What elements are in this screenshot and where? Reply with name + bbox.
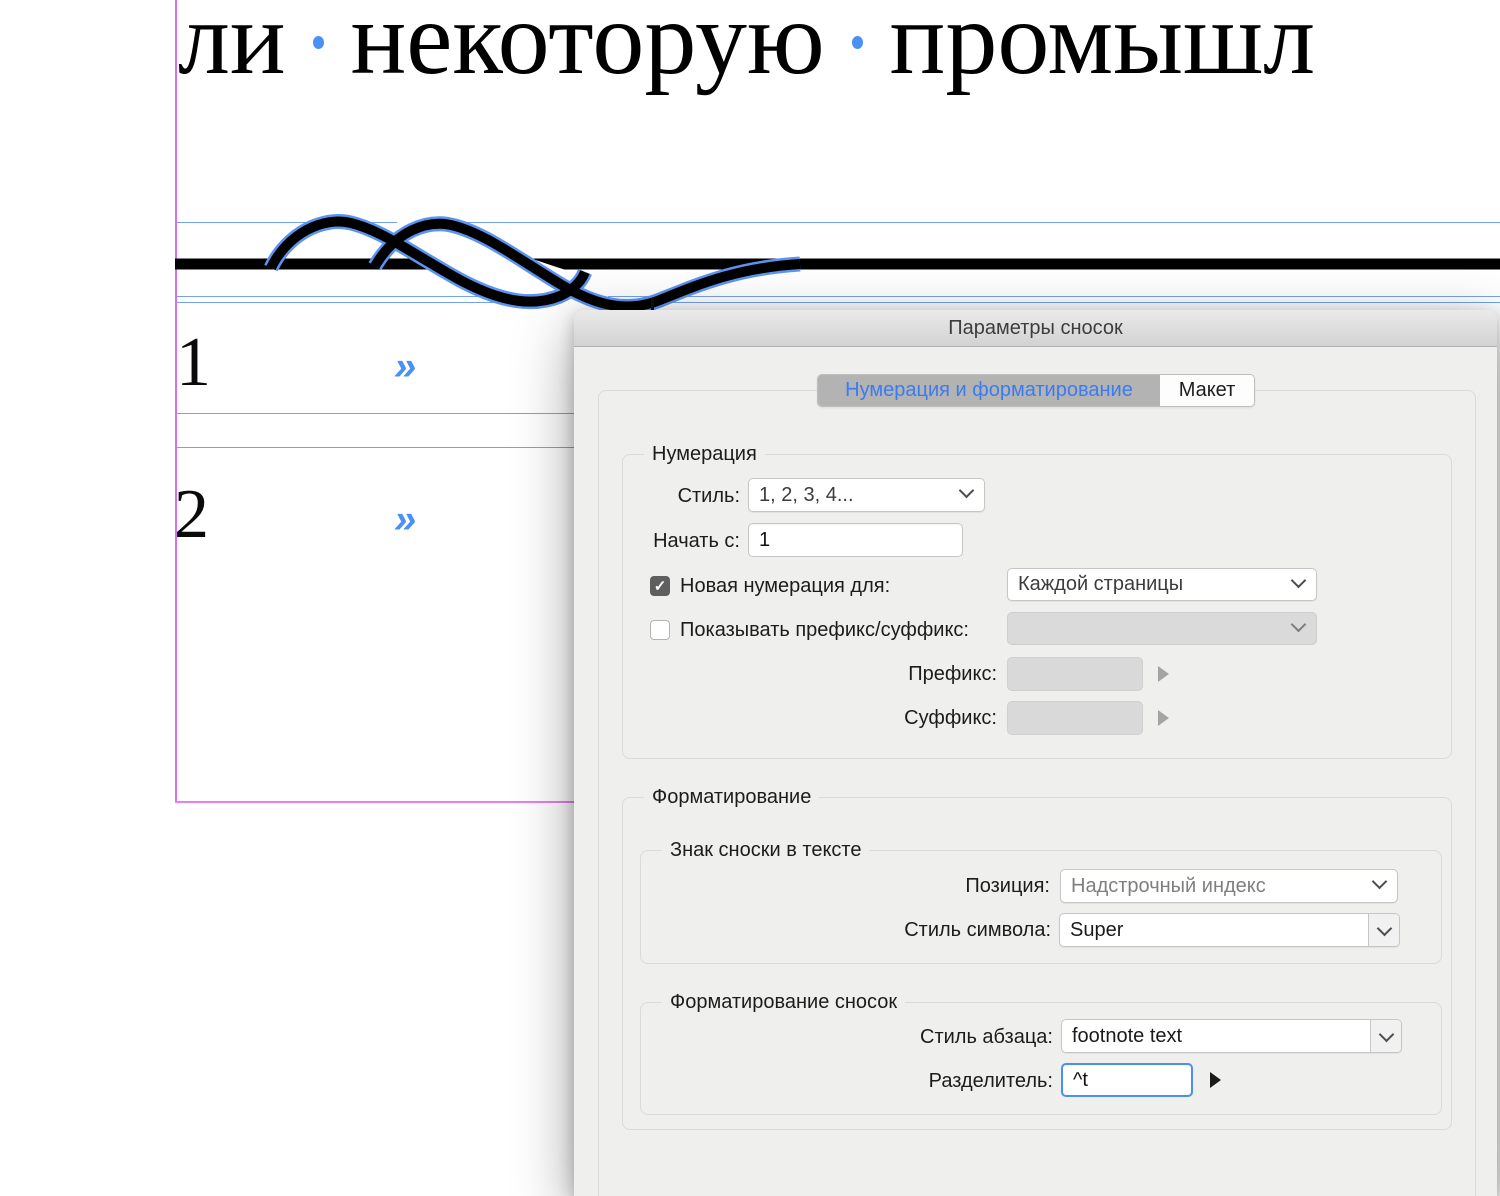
char-style-dropdown-button[interactable] — [1368, 914, 1399, 946]
footnote-number: 2 — [174, 480, 209, 550]
dialog-tab-bar: Нумерация и форматирование Макет — [817, 374, 1255, 407]
headline-word: некоторую — [351, 0, 825, 104]
footnote-formatting-legend: Форматирование сносок — [662, 990, 905, 1014]
start-at-label: Начать с: — [614, 529, 740, 553]
chevron-down-icon — [1379, 925, 1390, 936]
restart-numbering-label: Новая нумерация для: — [680, 574, 1010, 598]
chevron-down-icon — [961, 487, 972, 498]
suffix-input — [1007, 701, 1143, 735]
application-window: ли некоторую промышл 1 » 2 » Параметры с… — [0, 0, 1500, 1196]
text-frame-edge-left — [175, 0, 177, 803]
separator-input[interactable]: ^t — [1061, 1063, 1193, 1097]
ornamental-divider-rule[interactable] — [175, 210, 1500, 315]
footnote-continuation-marker: » — [394, 499, 416, 539]
chevron-down-icon — [1293, 621, 1304, 632]
chevron-down-icon — [1374, 878, 1385, 889]
prefix-suffix-dropdown — [1007, 612, 1317, 645]
char-style-combo[interactable]: Super — [1059, 913, 1400, 947]
start-at-input[interactable]: 1 — [748, 523, 963, 557]
position-value: Надстрочный индекс — [1071, 875, 1266, 898]
tab-label: Макет — [1179, 379, 1236, 402]
chevron-down-icon — [1293, 577, 1304, 588]
restart-numbering-value: Каждой страницы — [1018, 573, 1183, 596]
tab-numbering-formatting[interactable]: Нумерация и форматирование — [818, 375, 1160, 406]
numbering-style-value: 1, 2, 3, 4... — [759, 484, 854, 507]
start-at-value: 1 — [759, 529, 770, 552]
show-prefix-suffix-checkbox[interactable] — [650, 620, 670, 640]
prefix-label: Префикс: — [847, 662, 997, 686]
footnote-continuation-marker: » — [394, 346, 416, 386]
space-marker-icon — [313, 36, 324, 49]
dialog-title: Параметры сносок — [948, 317, 1122, 340]
position-label: Позиция: — [880, 874, 1050, 898]
style-label: Стиль: — [634, 484, 740, 508]
chevron-down-icon — [1381, 1031, 1392, 1042]
headline-word: ли — [178, 0, 286, 104]
suffix-menu-triangle-icon — [1158, 710, 1169, 726]
restart-numbering-checkbox[interactable]: ✓ — [650, 576, 670, 596]
paragraph-style-dropdown-button[interactable] — [1370, 1020, 1401, 1052]
separator-value: ^t — [1073, 1069, 1088, 1092]
tab-layout[interactable]: Макет — [1160, 375, 1254, 406]
footnote-number: 1 — [176, 328, 211, 398]
position-dropdown[interactable]: Надстрочный индекс — [1060, 869, 1398, 903]
checkmark-icon: ✓ — [654, 577, 667, 595]
footnote-frame-edge-2 — [175, 447, 600, 448]
separator-label: Разделитель: — [873, 1069, 1053, 1093]
tab-label: Нумерация и форматирование — [845, 379, 1133, 402]
dialog-titlebar: Параметры сносок — [574, 310, 1497, 347]
footnote-frame-edge-1 — [175, 413, 600, 414]
space-marker-icon — [852, 36, 863, 49]
marker-legend: Знак сноски в тексте — [662, 838, 869, 862]
paragraph-style-value: footnote text — [1062, 1025, 1370, 1048]
restart-numbering-dropdown[interactable]: Каждой страницы — [1007, 568, 1317, 601]
separator-menu-triangle-icon[interactable] — [1210, 1072, 1221, 1088]
char-style-value: Super — [1060, 919, 1368, 942]
formatting-legend: Форматирование — [644, 785, 819, 809]
headline-word: промышл — [890, 0, 1315, 104]
numbering-legend: Нумерация — [644, 442, 765, 466]
char-style-label: Стиль символа: — [850, 918, 1051, 942]
paragraph-style-label: Стиль абзаца: — [883, 1025, 1053, 1049]
suffix-label: Суффикс: — [847, 706, 997, 730]
numbering-style-dropdown[interactable]: 1, 2, 3, 4... — [748, 478, 985, 512]
footnote-options-dialog: Параметры сносок Нумерация и форматирова… — [574, 310, 1497, 1196]
show-prefix-suffix-label: Показывать префикс/суффикс: — [680, 618, 1010, 642]
document-headline: ли некоторую промышл — [178, 0, 1315, 104]
paragraph-style-combo[interactable]: footnote text — [1061, 1019, 1402, 1053]
prefix-menu-triangle-icon — [1158, 666, 1169, 682]
prefix-input — [1007, 657, 1143, 691]
